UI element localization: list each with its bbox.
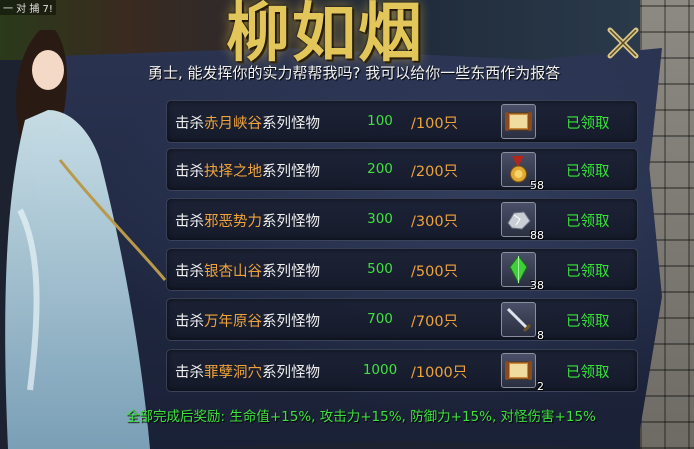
quest-description: 击杀银杏山谷系列怪物 xyxy=(175,260,320,281)
quest-description: 击杀罪孽洞穴系列怪物 xyxy=(175,361,320,382)
quest-suffix: 系列怪物 xyxy=(262,314,320,330)
claim-status-button[interactable]: 已领取 xyxy=(566,361,610,382)
quest-description: 击杀邪恶势力系列怪物 xyxy=(175,210,320,231)
quest-description: 击杀赤月峡谷系列怪物 xyxy=(175,112,320,133)
claim-status-button[interactable]: 已领取 xyxy=(566,260,610,281)
quest-zone-name: 罪孽洞穴 xyxy=(204,365,262,381)
reward-quantity: 58 xyxy=(530,179,544,192)
kill-count-current: 300 xyxy=(367,211,393,227)
npc-portrait xyxy=(5,30,167,449)
kill-count-required: /500只 xyxy=(411,264,459,280)
quest-suffix: 系列怪物 xyxy=(262,365,320,381)
reward-quantity: 88 xyxy=(530,229,544,242)
kill-count-current: 200 xyxy=(367,161,393,177)
quest-prefix: 击杀 xyxy=(175,116,204,132)
silver-ore-icon[interactable]: 88 xyxy=(501,202,544,242)
claim-status-button[interactable]: 已领取 xyxy=(566,310,610,331)
quest-suffix: 系列怪物 xyxy=(262,264,320,280)
kill-count-required: /200只 xyxy=(411,164,459,180)
reward-quantity: 8 xyxy=(537,329,544,342)
quest-row: 击杀抉择之地系列怪物 200/200只 58 已领取 xyxy=(166,148,638,192)
claim-status-button[interactable]: 已领取 xyxy=(566,112,610,133)
kill-count-current: 500 xyxy=(367,261,393,277)
quest-zone-name: 赤月峡谷 xyxy=(204,116,262,132)
claim-status-button[interactable]: 已领取 xyxy=(566,160,610,181)
quest-zone-name: 银杏山谷 xyxy=(204,264,262,280)
quest-zone-name: 邪恶势力 xyxy=(204,214,262,230)
green-crystal-icon[interactable]: 38 xyxy=(501,252,544,292)
kill-count-current: 700 xyxy=(367,311,393,327)
quest-row: 击杀邪恶势力系列怪物 300/300只 88 已领取 xyxy=(166,198,638,242)
quest-description: 击杀抉择之地系列怪物 xyxy=(175,160,320,181)
kill-count-current: 100 xyxy=(367,113,393,129)
quest-row: 击杀赤月峡谷系列怪物 100/100只 已领取 xyxy=(166,100,638,143)
npc-name-title: 柳如烟 xyxy=(226,0,424,71)
kill-count-required: /300只 xyxy=(411,214,459,230)
kill-count-current: 1000 xyxy=(362,362,398,378)
quest-zone-name: 万年原谷 xyxy=(204,314,262,330)
reward-quantity: 38 xyxy=(530,279,544,292)
kill-count-required: /1000只 xyxy=(411,365,468,381)
quest-suffix: 系列怪物 xyxy=(262,214,320,230)
close-x-icon[interactable] xyxy=(602,22,644,64)
quest-suffix: 系列怪物 xyxy=(262,164,320,180)
quest-row: 击杀银杏山谷系列怪物 500/500只 38 已领取 xyxy=(166,248,638,292)
quest-zone-name: 抉择之地 xyxy=(204,164,262,180)
reward-quantity: 2 xyxy=(537,380,544,393)
quest-prefix: 击杀 xyxy=(175,314,204,330)
completion-bonus-text: 全部完成后奖励: 生命值+15%, 攻击力+15%, 防御力+15%, 对怪伤害… xyxy=(126,409,596,425)
quest-prefix: 击杀 xyxy=(175,365,204,381)
quest-row: 击杀罪孽洞穴系列怪物 1000/1000只 2 已领取 xyxy=(166,349,638,393)
scroll-book-icon[interactable]: 2 xyxy=(501,353,544,393)
kill-count-required: /700只 xyxy=(411,314,459,330)
kill-count-required: /100只 xyxy=(411,116,459,132)
claim-status-button[interactable]: 已领取 xyxy=(566,210,610,231)
quest-suffix: 系列怪物 xyxy=(262,116,320,132)
medal-icon[interactable]: 58 xyxy=(501,152,544,192)
quest-prefix: 击杀 xyxy=(175,214,204,230)
dialog-subtitle: 勇士, 能发挥你的实力帮帮我吗? 我可以给你一些东西作为报答 xyxy=(148,64,561,82)
scroll-book-icon[interactable] xyxy=(501,104,536,139)
quest-prefix: 击杀 xyxy=(175,264,204,280)
quest-description: 击杀万年原谷系列怪物 xyxy=(175,310,320,331)
quest-row: 击杀万年原谷系列怪物 700/700只 8 已领取 xyxy=(166,298,638,342)
quest-prefix: 击杀 xyxy=(175,164,204,180)
sword-icon[interactable]: 8 xyxy=(501,302,544,342)
